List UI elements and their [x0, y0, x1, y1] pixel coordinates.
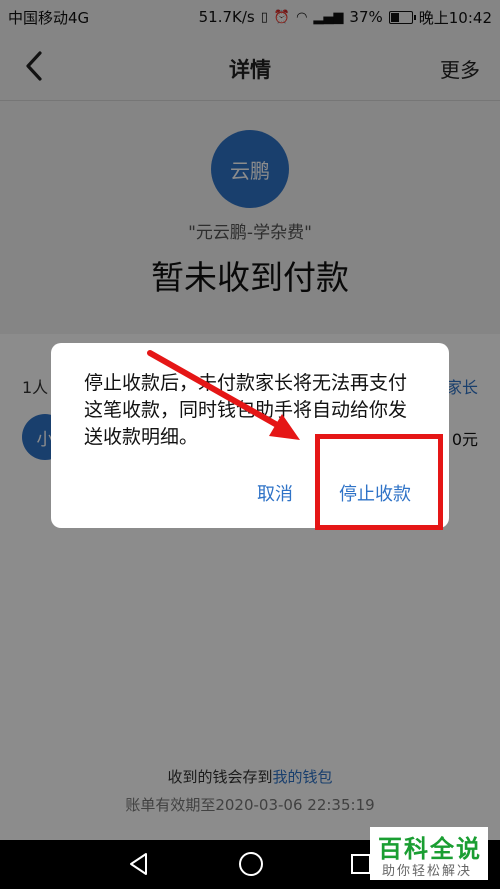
watermark: 百科全说 助你轻松解决 — [370, 827, 488, 880]
nav-home-icon[interactable] — [239, 852, 263, 876]
watermark-subtitle: 助你轻松解决 — [382, 864, 473, 879]
watermark-title: 百科全说 — [378, 835, 482, 863]
nav-back-icon[interactable] — [126, 851, 152, 877]
highlight-box — [315, 434, 443, 530]
cancel-button[interactable]: 取消 — [257, 480, 293, 506]
nav-recent-apps-icon[interactable] — [351, 854, 371, 874]
